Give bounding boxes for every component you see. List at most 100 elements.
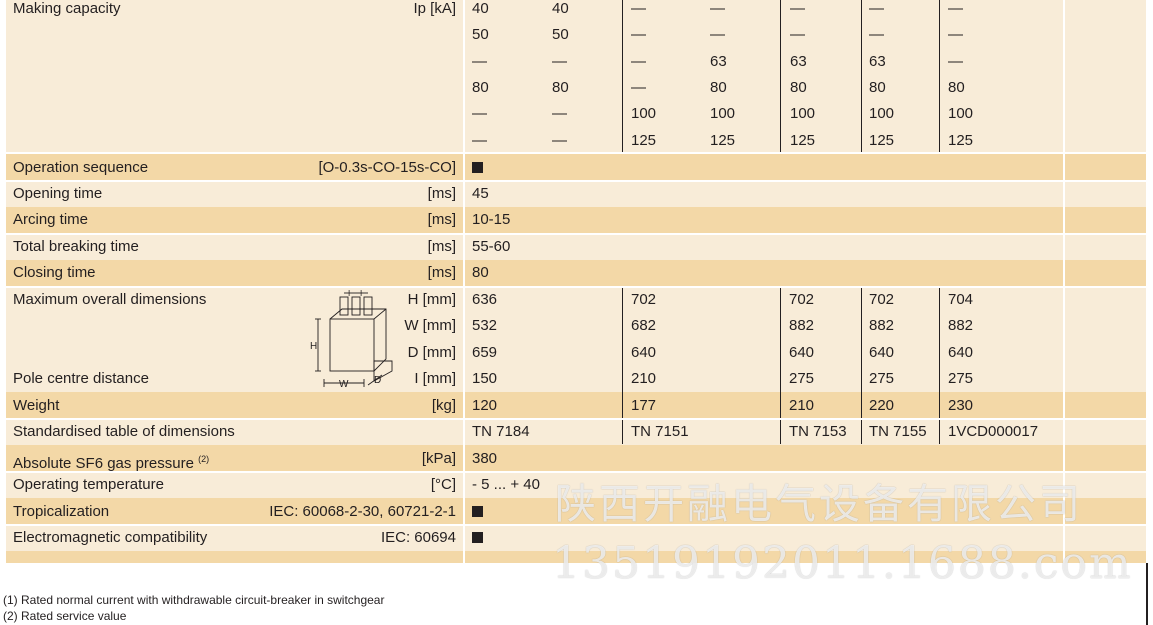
making-capacity-cell: — [631,79,646,96]
making-capacity-cell: 125 [710,132,736,149]
operating-temperature-label: Operating temperature [13,476,164,493]
total-breaking-time-value: 55-60 [472,238,511,255]
dimension-d-value: 640 [948,344,974,361]
weight-unit: [kg] [431,397,456,414]
weight-value: 120 [472,397,498,414]
opening-time-label: Opening time [13,185,103,202]
making-capacity-cell: — [552,105,567,122]
making-capacity-cell: 50 [552,26,569,43]
making-capacity-cell: 125 [790,132,816,149]
dimension-w-value: 532 [472,317,498,334]
making-capacity-cell: — [869,26,884,43]
included-marker [472,506,483,517]
tropicalization-label: Tropicalization [13,503,110,520]
dimension-h-value: 704 [948,291,974,308]
standardised-table-value: TN 7184 [472,423,530,440]
column-divider-dark [780,288,781,418]
dimension-h-value: 702 [631,291,657,308]
weight-value: 210 [789,397,815,414]
watermark-company: 陕西开融电气设备有限公司 [555,480,1083,528]
included-marker [472,162,483,173]
making-capacity-cell: — [948,0,963,17]
column-divider-dark [622,288,623,418]
dimension-w-value: 882 [789,317,815,334]
pole-centre-distance-unit: I [mm] [414,370,456,387]
included-marker [472,532,483,543]
arcing-time-value: 10-15 [472,211,511,228]
sf6-pressure-value: 380 [472,450,498,467]
spec-table-sheet: Making capacity Ip [kA] 40 40 — — — — — 50 50 — — —… [0,0,1153,625]
column-divider-dark [780,0,781,152]
operating-temperature-unit: [°C] [430,476,456,493]
dimension-h-value: 702 [789,291,815,308]
footnote-1: (1) Rated normal current with withdrawab… [3,593,385,607]
closing-time-unit: [ms] [427,264,456,281]
dimension-w-value: 682 [631,317,657,334]
dimension-d-value: 640 [869,344,895,361]
making-capacity-cell: — [790,0,805,17]
making-capacity-cell: 80 [472,79,489,96]
footnote-ref: (2) [198,454,210,464]
pole-centre-distance-value: 275 [948,370,974,387]
dimension-h-unit: H [mm] [407,291,456,308]
making-capacity-cell: 63 [710,53,727,70]
making-capacity-unit: Ip [kA] [413,0,456,17]
making-capacity-cell: — [472,105,487,122]
pole-centre-distance-value: 150 [472,370,498,387]
column-divider-dark [622,420,623,444]
standardised-table-value: TN 7155 [869,423,927,440]
making-capacity-cell: — [472,132,487,149]
closing-time-label: Closing time [13,264,96,281]
right-margin [1146,0,1153,563]
sf6-pressure-label: Absolute SF6 gas pressure (2) [13,450,209,473]
standardised-table-value: TN 7151 [631,423,689,440]
opening-time-value: 45 [472,185,489,202]
emc-unit: IEC: 60694 [380,529,456,546]
making-capacity-cell: 125 [631,132,657,149]
dimension-d-value: 659 [472,344,498,361]
column-divider-dark [780,420,781,444]
weight-label: Weight [13,397,60,414]
dimension-w-value: 882 [869,317,895,334]
row-separator [6,180,1146,182]
standardised-table-value: TN 7153 [789,423,847,440]
watermark-url: 13519192011.1688.com [552,538,1133,589]
making-capacity-cell: 100 [790,105,816,122]
diagram-label-d: D [374,375,381,386]
making-capacity-cell: 63 [869,53,886,70]
sf6-pressure-unit: [kPa] [421,450,456,467]
making-capacity-cell: 100 [631,105,657,122]
row-band-operation-sequence [6,154,1146,180]
making-capacity-cell: — [710,26,725,43]
column-divider-dark [622,0,623,152]
making-capacity-cell: — [552,132,567,149]
diagram-label-w: W [339,379,349,389]
total-breaking-time-unit: [ms] [427,238,456,255]
making-capacity-cell: 80 [790,79,807,96]
emc-label: Electromagnetic compatibility [13,529,208,546]
making-capacity-cell: 80 [710,79,727,96]
making-capacity-cell: — [710,0,725,17]
making-capacity-cell: 80 [552,79,569,96]
making-capacity-cell: 40 [552,0,569,17]
weight-value: 220 [869,397,895,414]
dimensions-label: Maximum overall dimensions [13,291,207,308]
page-edge [1146,563,1148,625]
making-capacity-cell: 63 [790,53,807,70]
making-capacity-cell: — [472,53,487,70]
diagram-label-i: I [348,289,350,298]
column-divider-dark [939,420,940,444]
opening-time-unit: [ms] [427,185,456,202]
column-separator [463,0,465,563]
making-capacity-cell: — [631,26,646,43]
weight-value: 177 [631,397,657,414]
pole-centre-distance-value: 275 [789,370,815,387]
closing-time-value: 80 [472,264,489,281]
making-capacity-cell: 100 [948,105,974,122]
making-capacity-cell: 50 [472,26,489,43]
operation-sequence-unit: [O-0.3s-CO-15s-CO] [318,159,456,176]
pole-centre-distance-label: Pole centre distance [13,370,149,387]
making-capacity-cell: 80 [869,79,886,96]
row-band-closing-time [6,260,1146,286]
column-divider-dark [939,288,940,418]
